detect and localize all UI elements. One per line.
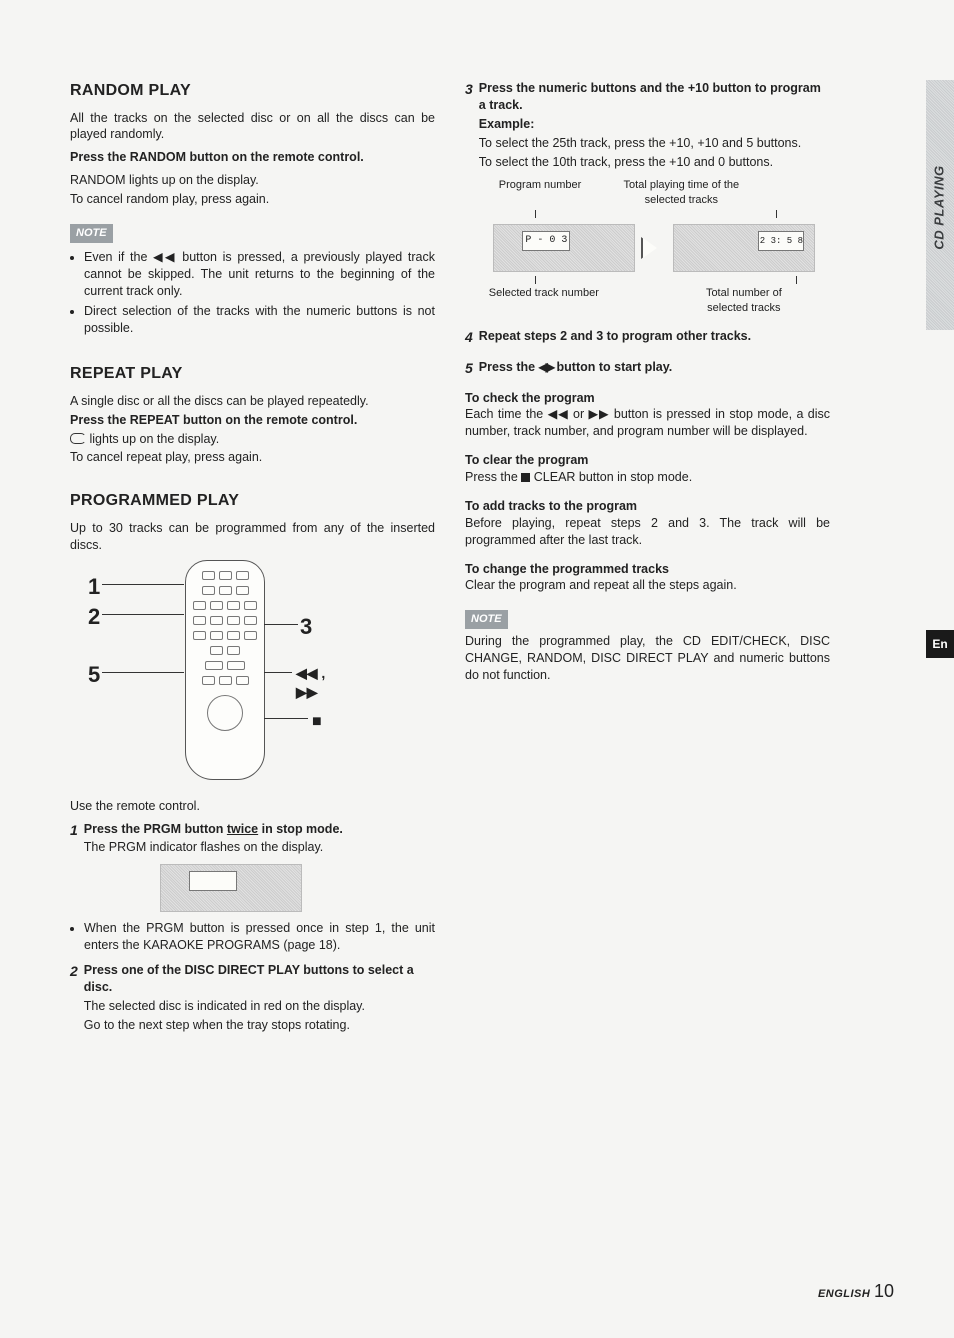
manual-page: CD PLAYING En RANDOM PLAY All the tracks… xyxy=(0,0,954,1338)
clear-p-a: Press the xyxy=(465,470,521,484)
random-p4: To cancel random play, press again. xyxy=(70,191,435,208)
play-pause-icon: ◀▶ xyxy=(539,359,553,375)
footer-page: 10 xyxy=(874,1281,894,1301)
step-2-sub1: The selected disc is indicated in red on… xyxy=(84,998,435,1015)
clear-p: Press the CLEAR button in stop mode. xyxy=(465,469,830,486)
lcd-row: P - 0 3 2 3: 5 8 xyxy=(479,224,830,272)
step-5-title-b: button to start play. xyxy=(553,360,672,374)
step-5-title-a: Press the xyxy=(479,360,539,374)
step-3-ex2: To select the 10th track, press the +10 … xyxy=(479,154,830,171)
add-heading: To add tracks to the program xyxy=(465,498,830,515)
random-note-1: Even if the ◀◀ button is pressed, a prev… xyxy=(84,249,435,300)
lbl-selected-track: Selected track number xyxy=(489,286,599,316)
two-column-layout: RANDOM PLAY All the tracks on the select… xyxy=(70,80,894,1038)
step-4-title: Repeat steps 2 and 3 to program other tr… xyxy=(479,328,830,345)
step-4-num: 4 xyxy=(465,328,473,347)
repeat-p1: A single disc or all the discs can be pl… xyxy=(70,393,435,410)
step-1-title: Press the PRGM button twice in stop mode… xyxy=(84,821,435,838)
callout-1: 1 xyxy=(88,572,100,602)
callout-stop-icon: ■ xyxy=(312,711,322,733)
remote-body xyxy=(185,560,265,780)
step-1-bullets: When the PRGM button is pressed once in … xyxy=(70,920,435,954)
step-1-sub: The PRGM indicator flashes on the displa… xyxy=(84,839,435,856)
left-column: RANDOM PLAY All the tracks on the select… xyxy=(70,80,435,1038)
repeat-p3: lights up on the display. xyxy=(70,431,435,448)
step-1-title-a: Press the PRGM button xyxy=(84,822,227,836)
lcd-prgm xyxy=(160,864,302,912)
heading-repeat-play: REPEAT PLAY xyxy=(70,363,435,385)
clear-p-b: CLEAR button in stop mode. xyxy=(530,470,692,484)
step-3-title: Press the numeric buttons and the +10 bu… xyxy=(479,80,830,114)
step-3-ex1: To select the 25th track, press the +10,… xyxy=(479,135,830,152)
check-p: Each time the ◀◀ or ▶▶ button is pressed… xyxy=(465,406,830,440)
heading-random-play: RANDOM PLAY xyxy=(70,80,435,102)
lcd-right: 2 3: 5 8 xyxy=(673,224,815,272)
random-note-list: Even if the ◀◀ button is pressed, a prev… xyxy=(70,249,435,337)
note-badge: NOTE xyxy=(70,224,113,243)
note-badge-right: NOTE xyxy=(465,610,508,629)
step-4: 4 Repeat steps 2 and 3 to program other … xyxy=(465,328,830,347)
note-right-p: During the programmed play, the CD EDIT/… xyxy=(465,633,830,684)
add-p: Before playing, repeat steps 2 and 3. Th… xyxy=(465,515,830,549)
repeat-p2: Press the REPEAT button on the remote co… xyxy=(70,412,435,429)
heading-programmed-play: PROGRAMMED PLAY xyxy=(70,490,435,512)
step-1-bullet: When the PRGM button is pressed once in … xyxy=(84,920,435,954)
arrow-right-icon xyxy=(643,238,665,258)
step-5-num: 5 xyxy=(465,359,473,378)
change-heading: To change the programmed tracks xyxy=(465,561,830,578)
step-2: 2 Press one of the DISC DIRECT PLAY butt… xyxy=(70,962,435,1034)
language-tab: En xyxy=(926,630,954,658)
lcd-left: P - 0 3 xyxy=(493,224,635,272)
step-2-num: 2 xyxy=(70,962,78,1034)
step-2-sub2: Go to the next step when the tray stops … xyxy=(84,1017,435,1034)
clear-heading: To clear the program xyxy=(465,452,830,469)
stop-icon xyxy=(521,473,530,482)
repeat-p3-text: lights up on the display. xyxy=(89,432,219,446)
repeat-icon xyxy=(70,433,86,444)
section-tab: CD PLAYING xyxy=(926,80,954,330)
lbl-total-time: Total playing time of the selected track… xyxy=(621,178,741,208)
callout-2: 2 xyxy=(88,602,100,632)
step-3: 3 Press the numeric buttons and the +10 … xyxy=(465,80,830,316)
programmed-intro: Up to 30 tracks can be programmed from a… xyxy=(70,520,435,554)
lbl-total-tracks: Total number of selected tracks xyxy=(689,286,799,316)
use-remote: Use the remote control. xyxy=(70,798,435,815)
remote-illustration: 1 2 3 5 ◀◀ , ▶▶ ■ xyxy=(70,560,350,790)
callout-skip-icons: ◀◀ , ▶▶ xyxy=(296,664,350,702)
random-p3: RANDOM lights up on the display. xyxy=(70,172,435,189)
step-3-num: 3 xyxy=(465,80,473,316)
step-1: 1 Press the PRGM button twice in stop mo… xyxy=(70,821,435,857)
repeat-p4: To cancel repeat play, press again. xyxy=(70,449,435,466)
lcd-left-screen: P - 0 3 xyxy=(522,231,570,251)
step-1-title-u: twice xyxy=(227,822,258,836)
right-column: 3 Press the numeric buttons and the +10 … xyxy=(465,80,830,1038)
random-p1: All the tracks on the selected disc or o… xyxy=(70,110,435,144)
random-note-2: Direct selection of the tracks with the … xyxy=(84,303,435,337)
section-tab-label: CD PLAYING xyxy=(932,153,947,263)
change-p: Clear the program and repeat all the ste… xyxy=(465,577,830,594)
page-footer: ENGLISH 10 xyxy=(818,1281,894,1302)
step-2-title: Press one of the DISC DIRECT PLAY button… xyxy=(84,962,435,996)
lbl-program-number: Program number xyxy=(499,178,582,208)
step-1-num: 1 xyxy=(70,821,78,857)
step-5-title: Press the ◀▶ button to start play. xyxy=(479,359,830,376)
step-3-example-label: Example: xyxy=(479,116,830,133)
callout-3: 3 xyxy=(300,612,312,642)
footer-lang: ENGLISH xyxy=(818,1288,870,1300)
step-1-title-b: in stop mode. xyxy=(258,822,343,836)
random-p2: Press the RANDOM button on the remote co… xyxy=(70,149,435,166)
lcd-prgm-screen xyxy=(189,871,237,891)
callout-5: 5 xyxy=(88,660,100,690)
lcd-right-screen: 2 3: 5 8 xyxy=(758,231,804,251)
step-5: 5 Press the ◀▶ button to start play. xyxy=(465,359,830,378)
check-heading: To check the program xyxy=(465,390,830,407)
